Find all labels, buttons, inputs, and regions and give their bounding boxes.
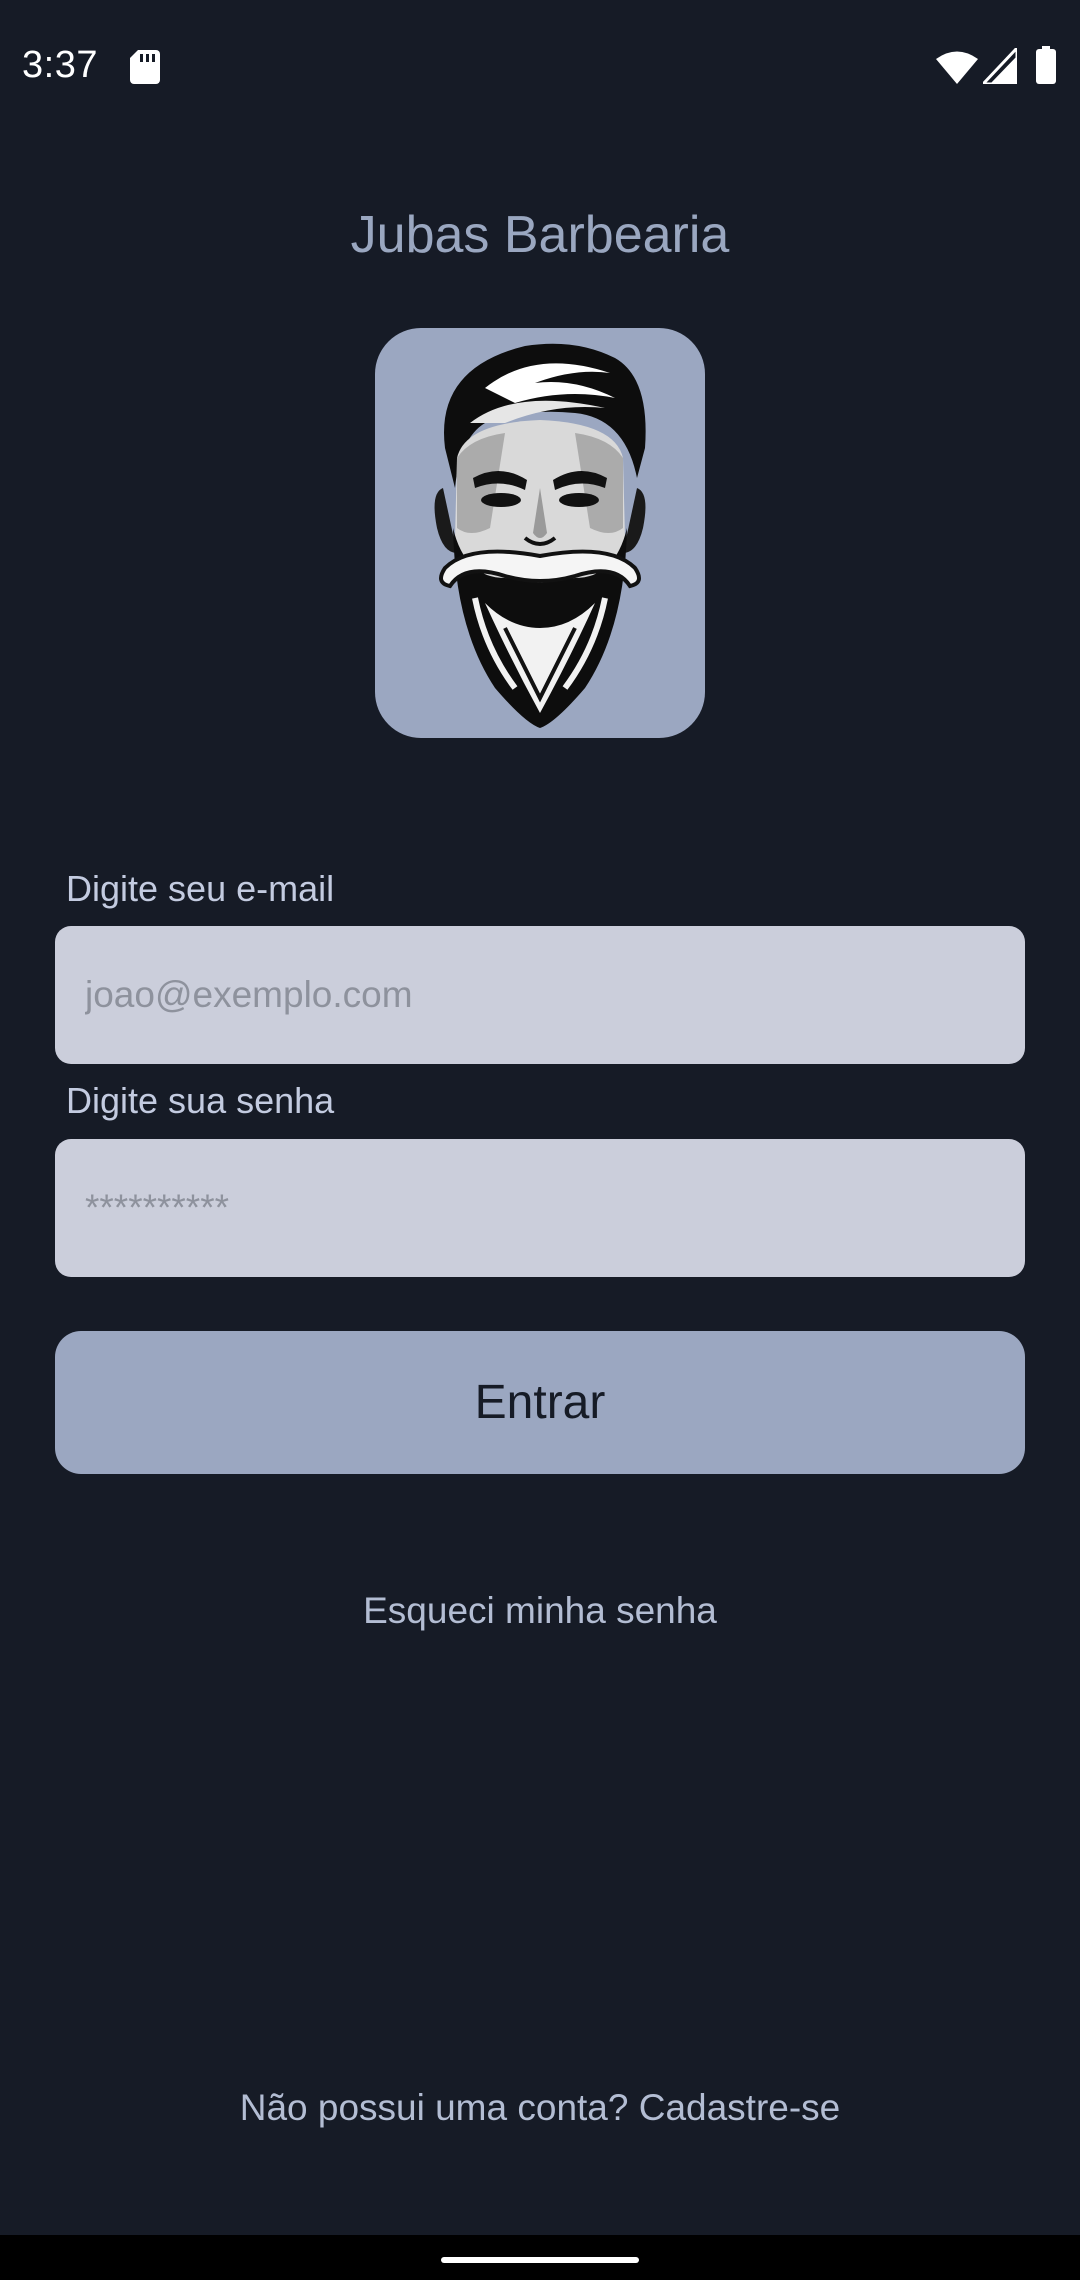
battery-icon: [1036, 46, 1056, 84]
signup-link[interactable]: Não possui uma conta? Cadastre-se: [0, 2087, 1080, 2129]
password-label: Digite sua senha: [66, 1080, 335, 1121]
navigation-bar: [0, 2235, 1080, 2280]
sd-card-icon: [130, 50, 160, 84]
wifi-icon: [936, 50, 978, 84]
app-title: Jubas Barbearia: [350, 206, 730, 264]
bearded-man-logo-icon: [375, 328, 705, 738]
signal-icon: [979, 44, 1019, 86]
password-field[interactable]: [55, 1139, 1025, 1277]
home-indicator[interactable]: [441, 2257, 639, 2263]
status-bar: 3:37: [0, 0, 1080, 130]
login-button[interactable]: Entrar: [55, 1331, 1025, 1474]
status-time: 3:37: [22, 44, 98, 86]
email-label: Digite seu e-mail: [66, 868, 335, 909]
email-field[interactable]: [55, 926, 1025, 1064]
forgot-password-link[interactable]: Esqueci minha senha: [0, 1590, 1080, 1632]
